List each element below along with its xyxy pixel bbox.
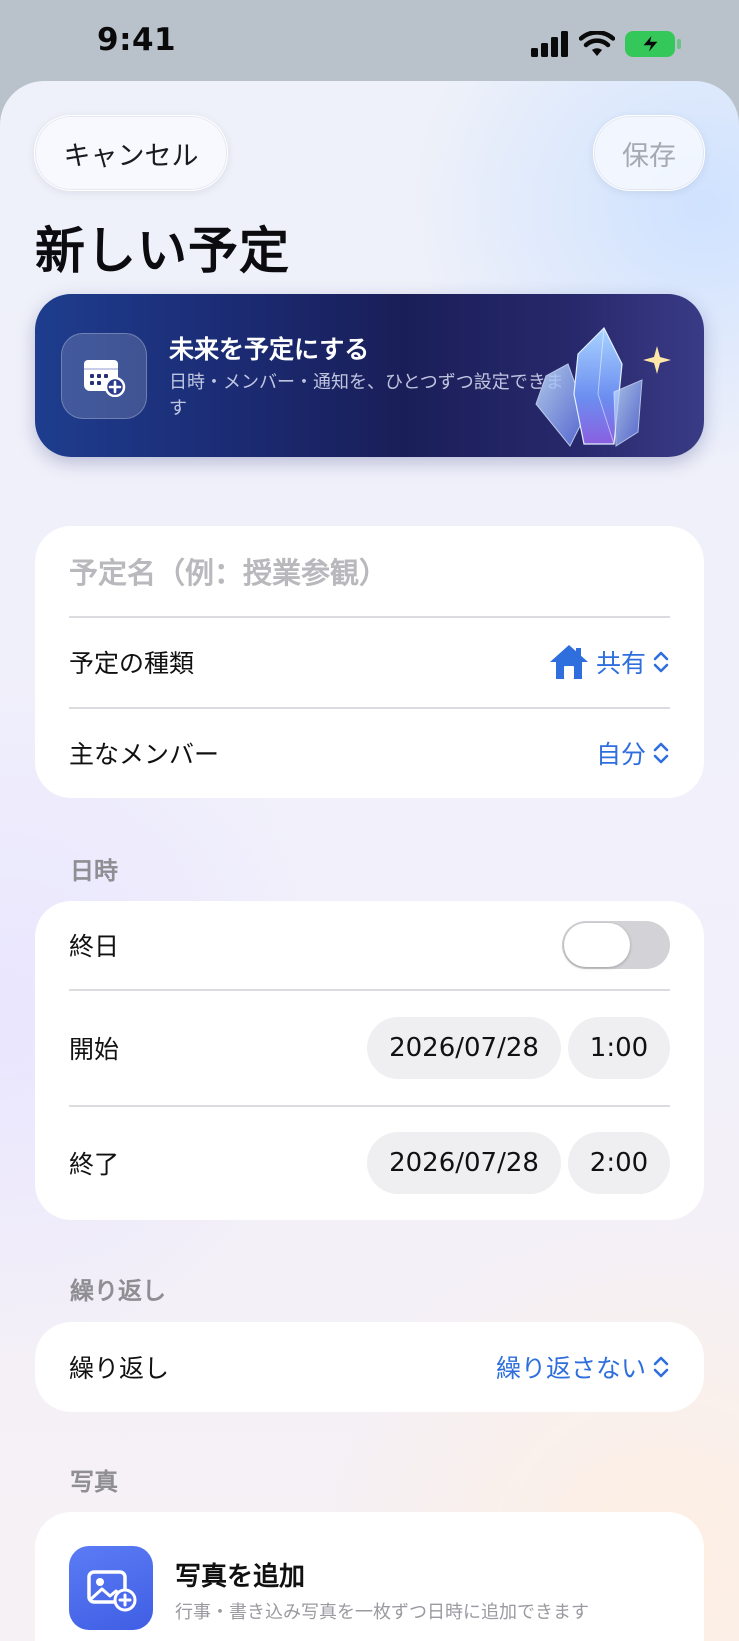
all-day-toggle[interactable] — [562, 921, 670, 969]
event-type-text: 共有 — [595, 649, 646, 678]
page-title: 新しい予定 — [35, 222, 290, 280]
start-date-picker[interactable]: 2026/07/28 — [367, 1016, 561, 1079]
repeat-row[interactable]: 繰り返し 繰り返さない — [69, 1322, 670, 1412]
toggle-knob — [564, 923, 630, 967]
status-time: 9:41 — [97, 22, 177, 58]
member-row[interactable]: 主なメンバー 自分 — [69, 708, 670, 798]
photo-subtitle: 行事・書き込み写真を一枚ずつ日時に追加できます — [175, 1602, 589, 1623]
save-button[interactable]: 保存 — [593, 115, 705, 191]
banner-title: 未来を予定にする — [169, 335, 370, 364]
wifi-icon — [579, 31, 615, 56]
event-type-value[interactable]: 共有 — [548, 643, 670, 681]
start-time-picker[interactable]: 1:00 — [568, 1016, 670, 1079]
status-icons — [531, 30, 681, 58]
sparkle-icon — [643, 346, 671, 374]
details-card: 予定名（例：授業参観） 予定の種類 共有 主なメンバー 自分 — [35, 526, 704, 798]
intro-banner: 未来を予定にする 日時・メンバー・通知を、ひとつずつ設定できます — [35, 294, 704, 457]
calendar-add-icon — [61, 333, 147, 419]
repeat-card: 繰り返し 繰り返さない — [35, 1322, 704, 1412]
end-time-picker[interactable]: 2:00 — [568, 1132, 670, 1194]
end-row: 終了 2026/07/28 2:00 — [69, 1106, 670, 1220]
photo-add-icon — [69, 1546, 153, 1630]
end-label: 終了 — [69, 1150, 120, 1179]
battery-charging-icon — [625, 31, 681, 57]
house-icon — [549, 645, 588, 679]
status-bar: 9:41 — [0, 0, 739, 82]
start-row: 開始 2026/07/28 1:00 — [69, 990, 670, 1105]
member-value[interactable]: 自分 — [596, 735, 670, 771]
photo-card[interactable]: 写真を追加 行事・書き込み写真を一枚ずつ日時に追加できます — [35, 1512, 704, 1641]
member-text: 自分 — [595, 740, 646, 769]
event-name-input[interactable]: 予定名（例：授業参観） — [69, 526, 670, 616]
chevron-updown-icon — [653, 651, 669, 673]
event-name-placeholder: 予定名（例：授業参観） — [69, 556, 389, 590]
crystal-illustration — [535, 326, 671, 447]
photo-title: 写真を追加 — [175, 1562, 306, 1592]
repeat-text: 繰り返さない — [495, 1354, 646, 1383]
repeat-value[interactable]: 繰り返さない — [496, 1349, 670, 1385]
cancel-button[interactable]: キャンセル — [34, 115, 228, 191]
new-event-sheet: キャンセル 保存 新しい予定 未来を予定にする 日時・メンバー・通知を、ひとつず… — [0, 81, 739, 1641]
end-date-picker[interactable]: 2026/07/28 — [367, 1132, 561, 1194]
event-type-label: 予定の種類 — [69, 649, 195, 678]
repeat-label: 繰り返し — [69, 1354, 170, 1383]
chevron-updown-icon — [653, 1356, 669, 1378]
datetime-card: 終日 開始 2026/07/28 1:00 終了 2026/07/28 2:00 — [35, 901, 704, 1220]
event-type-row[interactable]: 予定の種類 共有 — [69, 617, 670, 707]
chevron-updown-icon — [653, 742, 669, 764]
banner-subtitle: 日時・メンバー・通知を、ひとつずつ設定できます — [169, 372, 564, 419]
start-label: 開始 — [69, 1034, 120, 1064]
photo-section-header: 写真 — [70, 1468, 118, 1496]
datetime-section-header: 日時 — [70, 857, 118, 885]
all-day-label: 終日 — [69, 932, 120, 961]
member-label: 主なメンバー — [69, 740, 220, 769]
repeat-section-header: 繰り返し — [70, 1277, 166, 1305]
all-day-row: 終日 — [69, 901, 670, 989]
signal-icon — [531, 31, 568, 57]
